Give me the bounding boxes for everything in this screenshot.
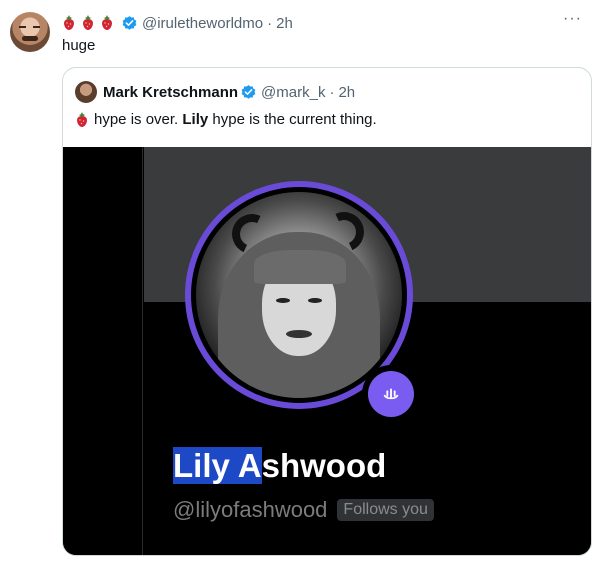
space-badge: [362, 365, 420, 423]
media-left-strip: [63, 147, 143, 555]
avatar-mustache: [22, 36, 38, 41]
profile-display-name: Lily Ashwood: [173, 447, 386, 485]
quote-text: hype is over. Lily hype is the current t…: [75, 110, 377, 130]
verified-badge-icon: [240, 84, 257, 101]
tweet-text: huge: [62, 37, 96, 54]
quote-media-image[interactable]: Lily Ashwood @lilyofashwood Follows you: [63, 147, 591, 555]
photo-bangs: [254, 250, 346, 284]
photo-eye-right: [308, 298, 322, 303]
profile-photo: [196, 192, 402, 398]
space-badge-inner: [368, 371, 414, 417]
microphone-icon: [383, 388, 399, 400]
tweet-header: @irulethe​worldmo · 2h: [62, 13, 293, 33]
profile-handle-row: @lilyofashwood Follows you: [173, 497, 434, 523]
strawberry-icon: [81, 15, 95, 31]
quote-text-part2: hype is the current thing.: [212, 111, 377, 128]
separator-dot: ·: [267, 14, 273, 32]
quote-author-name[interactable]: Mark Kretschmann: [103, 84, 238, 101]
profile-handle: @lilyofashwood: [173, 497, 328, 522]
verified-badge-icon: [121, 15, 138, 32]
follows-you-badge: Follows you: [337, 499, 434, 521]
tweet-time[interactable]: 2h: [276, 15, 293, 32]
strawberry-icon: [75, 112, 89, 128]
photo-eye-left: [276, 298, 290, 303]
avatar-brow-right: [33, 26, 40, 28]
quoted-tweet[interactable]: Mark Kretschmann @mark_k · 2h hype is ov…: [62, 67, 592, 556]
strawberry-icon: [62, 15, 76, 31]
avatar[interactable]: [10, 12, 50, 52]
strawberry-icon: [100, 15, 114, 31]
more-icon[interactable]: ···: [563, 10, 582, 28]
quote-author-handle[interactable]: @mark_k: [261, 84, 325, 101]
avatar-brow-left: [19, 26, 26, 28]
author-handle[interactable]: @irulethe​worldmo: [142, 15, 263, 32]
quote-text-part1: hype is over.: [94, 111, 179, 128]
quote-avatar[interactable]: [75, 81, 97, 103]
selected-text: Lily A: [173, 447, 262, 484]
tweet: @irulethe​worldmo · 2h ··· huge Mark Kre…: [0, 0, 600, 564]
separator-dot: ·: [329, 83, 335, 101]
quote-text-bold: Lily: [182, 111, 209, 128]
photo-lips: [286, 330, 312, 338]
quote-header: Mark Kretschmann @mark_k · 2h: [75, 80, 355, 104]
quote-time[interactable]: 2h: [338, 84, 355, 101]
display-name-rest: shwood: [261, 447, 387, 484]
